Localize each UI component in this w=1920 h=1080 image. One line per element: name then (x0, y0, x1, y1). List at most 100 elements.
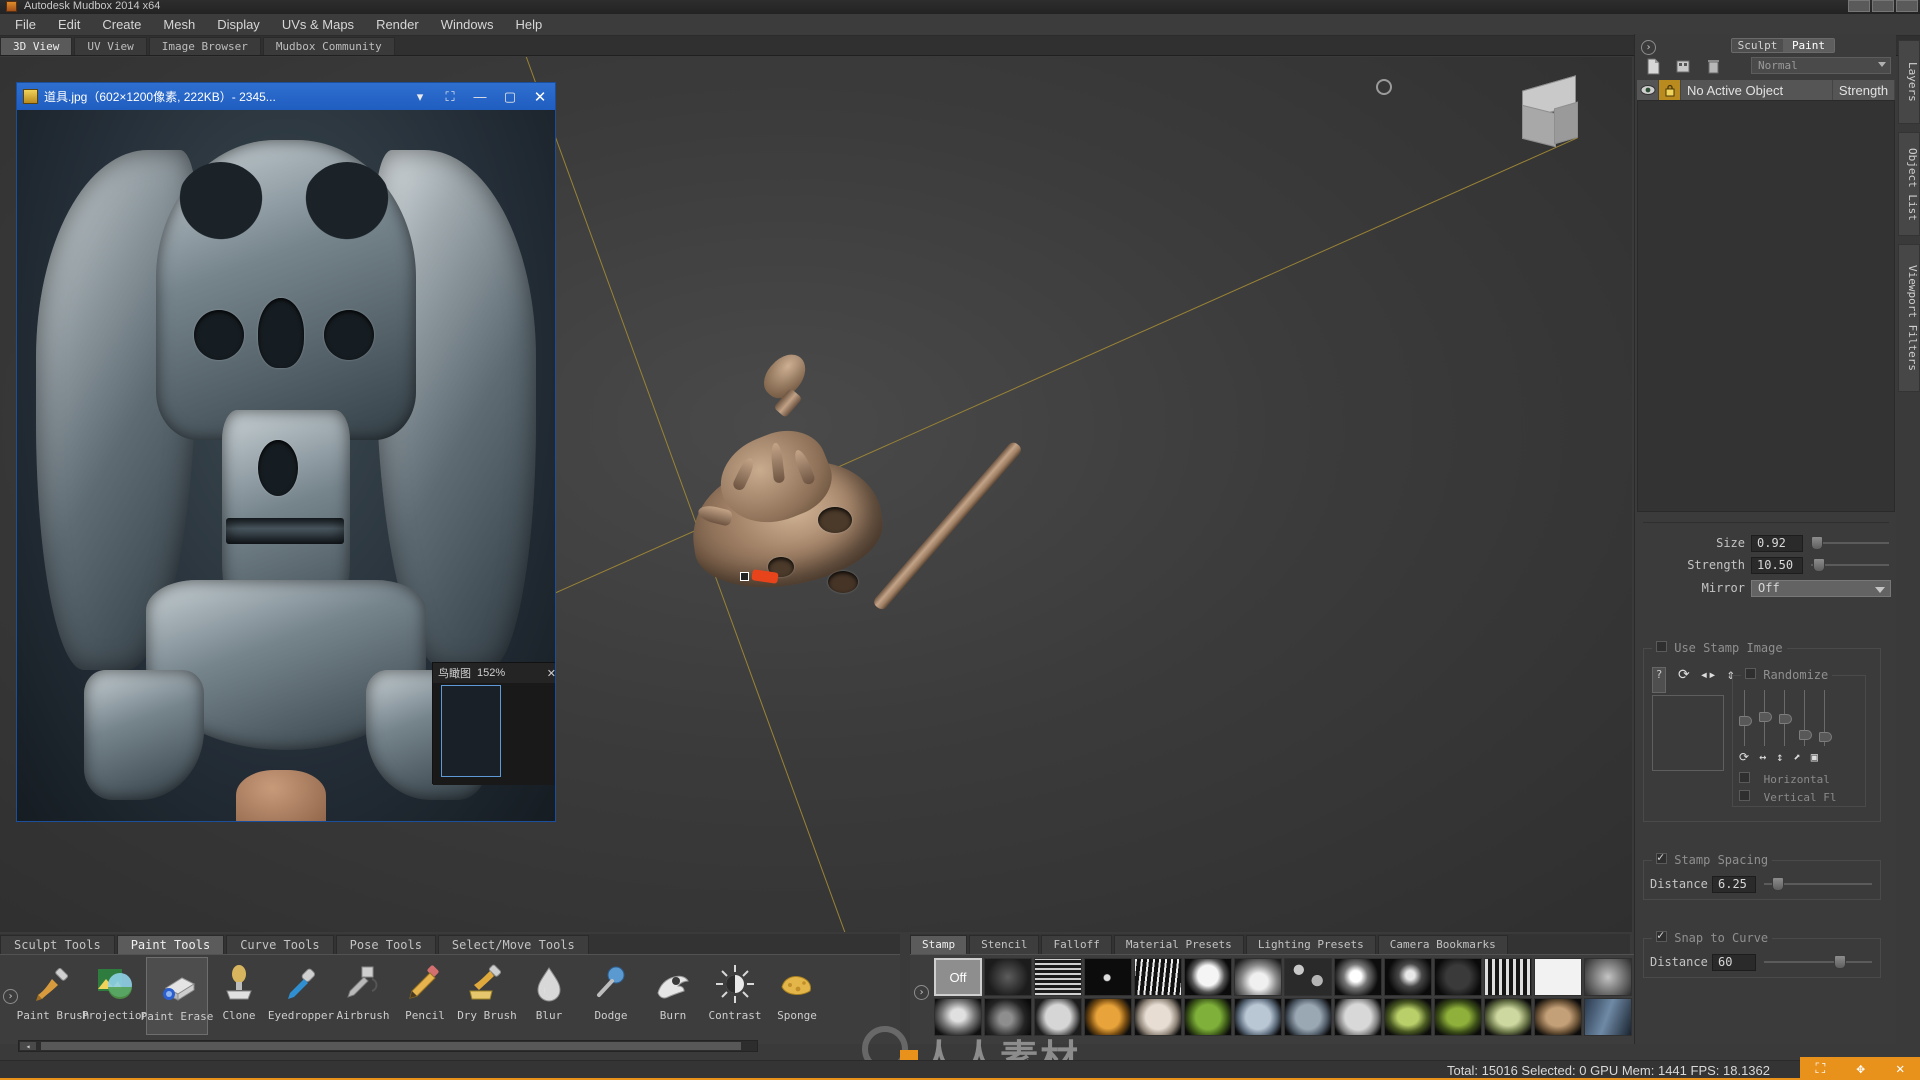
stamp-item[interactable] (1434, 998, 1482, 1036)
randomize-rotate-icon[interactable]: ⟳ (1739, 750, 1749, 764)
stamp-item[interactable] (1584, 958, 1632, 996)
aerial-view-viewport-rect[interactable] (441, 685, 501, 777)
stamp-item[interactable] (1184, 958, 1232, 996)
close-button[interactable] (1896, 0, 1918, 12)
tab-stencil[interactable]: Stencil (969, 935, 1040, 954)
view-cube-front-face[interactable] (1522, 104, 1556, 148)
size-slider-knob[interactable] (1811, 536, 1823, 550)
stamp-image-tab-handle[interactable]: ? (1652, 667, 1666, 693)
tool-airbrush[interactable]: Airbrush (332, 957, 394, 1035)
minimize-button[interactable] (1848, 0, 1870, 12)
image-viewer-titlebar[interactable]: 道具.jpg（602×1200像素, 222KB）- 2345... ▾ ⛶ —… (17, 83, 555, 110)
randomize-horizontal-slider[interactable] (1759, 690, 1772, 746)
randomize-rotate-slider[interactable] (1739, 690, 1752, 746)
aerial-view-close-icon[interactable]: ✕ (547, 667, 555, 680)
randomize-flip-vertical-icon[interactable]: ↕ (1776, 750, 1783, 764)
view-cube-home-icon[interactable] (1376, 79, 1392, 95)
tool-pencil[interactable]: Pencil (394, 957, 456, 1035)
stamp-item[interactable] (1034, 958, 1082, 996)
taskbar-move-icon[interactable]: ✥ (1856, 1061, 1864, 1077)
tab-stamp[interactable]: Stamp (910, 935, 968, 954)
blend-mode-select[interactable]: Normal (1751, 57, 1891, 74)
sculpt-mode-button[interactable]: Sculpt (1732, 39, 1783, 52)
tool-clone[interactable]: Clone (208, 957, 270, 1035)
axe-3d-model[interactable] (684, 346, 1050, 657)
scroll-left-arrow-icon[interactable]: ◂ (20, 1042, 36, 1051)
tab-falloff[interactable]: Falloff (1041, 935, 1112, 954)
tab-lighting-presets[interactable]: Lighting Presets (1245, 935, 1376, 954)
duplicate-layer-icon[interactable] (1675, 58, 1692, 75)
tab-mudbox-community[interactable]: Mudbox Community (262, 37, 395, 55)
stamp-rotate-icon[interactable]: ⟳ (1678, 667, 1690, 683)
tab-paint-tools[interactable]: Paint Tools (116, 935, 225, 954)
stamp-item[interactable] (1234, 958, 1282, 996)
size-input[interactable]: 0.92 (1751, 534, 1803, 552)
menu-item-display[interactable]: Display (206, 15, 271, 34)
taskbar-restore-icon[interactable]: ⛶ (1816, 1061, 1826, 1077)
tool-contrast[interactable]: Contrast (704, 957, 766, 1035)
menu-item-edit[interactable]: Edit (47, 15, 91, 34)
aerial-view-popup[interactable]: 鸟瞰图 152% ✕ (432, 662, 555, 785)
snap-to-curve-checkbox[interactable] (1656, 928, 1667, 942)
stamp-image-preview[interactable] (1652, 695, 1724, 771)
menu-item-mesh[interactable]: Mesh (152, 15, 206, 34)
image-viewer-maximize-icon[interactable]: ▢ (495, 89, 525, 105)
stamp-spacing-slider[interactable] (1764, 877, 1872, 891)
image-viewer-close-icon[interactable]: ✕ (525, 88, 555, 106)
image-viewer-minimize-icon[interactable]: — (465, 89, 495, 104)
stamp-item[interactable] (1384, 998, 1432, 1036)
tab-3d-view[interactable]: 3D View (0, 37, 73, 55)
stamp-item[interactable] (1084, 958, 1132, 996)
randomize-horizontal-checkbox[interactable] (1739, 772, 1750, 783)
vtab-viewport-filters[interactable]: Viewport Filters (1898, 244, 1920, 392)
stamp-scroll-left-icon[interactable]: › (914, 985, 929, 1000)
new-layer-icon[interactable] (1645, 58, 1662, 75)
randomize-vertical-slider[interactable] (1779, 690, 1792, 746)
layer-list[interactable] (1637, 100, 1895, 512)
stamp-spacing-checkbox[interactable] (1656, 850, 1667, 864)
stamp-flip-horizontal-icon[interactable]: ◂▸ (1700, 667, 1717, 683)
tool-dodge[interactable]: Dodge (580, 957, 642, 1035)
randomize-square-icon[interactable]: ▣ (1811, 750, 1818, 764)
menu-item-create[interactable]: Create (91, 15, 152, 34)
randomize-checkbox[interactable] (1745, 668, 1756, 679)
stamp-item[interactable] (1184, 998, 1232, 1036)
stamp-item[interactable] (1534, 998, 1582, 1036)
tools-scroll-left-icon[interactable]: › (3, 989, 18, 1004)
strength-slider-knob[interactable] (1813, 558, 1825, 572)
taskbar-close-icon[interactable]: ✕ (1896, 1061, 1904, 1077)
vtab-layers[interactable]: Layers (1898, 40, 1920, 124)
stamp-item-off[interactable]: Off (934, 958, 982, 996)
tool-dry-brush[interactable]: Dry Brush (456, 957, 518, 1035)
tool-burn[interactable]: Burn (642, 957, 704, 1035)
stamp-item[interactable] (1584, 998, 1632, 1036)
tab-image-browser[interactable]: Image Browser (148, 37, 261, 55)
stamp-item[interactable] (1134, 958, 1182, 996)
snap-to-curve-slider[interactable] (1764, 955, 1872, 969)
scrollbar-thumb[interactable] (41, 1042, 741, 1050)
view-cube[interactable] (1516, 75, 1594, 151)
layer-header-row[interactable]: No Active Object Strength (1637, 80, 1895, 100)
window-controls[interactable] (1848, 0, 1918, 12)
stamp-item[interactable] (1334, 998, 1382, 1036)
tab-material-presets[interactable]: Material Presets (1113, 935, 1244, 954)
tool-paint-erase[interactable]: Paint Erase (141, 957, 213, 1035)
stamp-item[interactable] (1134, 998, 1182, 1036)
tool-projection[interactable]: Projection (82, 957, 148, 1035)
menu-item-file[interactable]: File (4, 15, 47, 34)
snap-to-curve-distance-input[interactable]: 60 (1712, 953, 1756, 971)
paint-mode-button[interactable]: Paint (1783, 39, 1834, 52)
view-cube-side-face[interactable] (1554, 101, 1578, 145)
tab-pose-tools[interactable]: Pose Tools (335, 935, 436, 954)
stamp-spacing-slider-knob[interactable] (1772, 877, 1784, 891)
randomize-opacity-slider[interactable] (1819, 690, 1832, 746)
randomize-flip-horizontal-icon[interactable]: ↔ (1759, 750, 1766, 764)
panel-collapse-icon[interactable]: › (1641, 40, 1656, 55)
stamp-spacing-distance-input[interactable]: 6.25 (1712, 875, 1756, 893)
randomize-vertical-checkbox[interactable] (1739, 790, 1750, 801)
image-viewer-window[interactable]: 道具.jpg（602×1200像素, 222KB）- 2345... ▾ ⛶ —… (16, 82, 556, 822)
image-viewer-menu-chevron-down-icon[interactable]: ▾ (405, 89, 435, 105)
snap-to-curve-slider-knob[interactable] (1834, 955, 1846, 969)
taskbar-window-controls[interactable]: ⛶ ✥ ✕ (1800, 1057, 1920, 1080)
tool-paint-brush[interactable]: Paint Brush (17, 957, 89, 1035)
